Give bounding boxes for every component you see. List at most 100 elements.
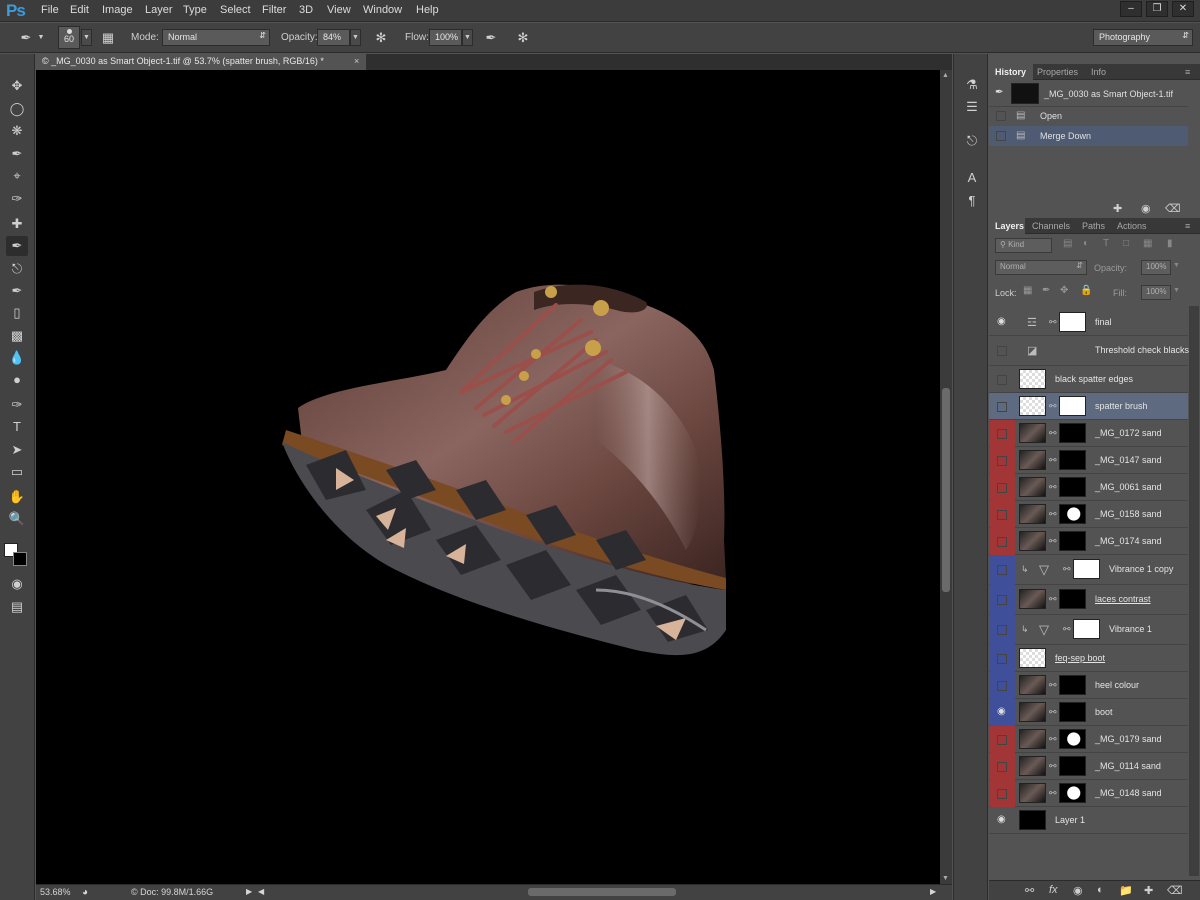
lock-image-icon[interactable]: ✒ [1042,285,1050,296]
chain-link-icon[interactable]: ⚯ [1049,734,1057,745]
workspace-select[interactable]: Photography ⇵ [1093,29,1193,46]
mode-select[interactable]: Normal ⇵ [162,29,270,46]
visibility-toggle-box[interactable] [997,788,1007,799]
eraser-tool-icon[interactable]: ▯ [6,303,28,323]
menu-file[interactable]: File [41,4,59,16]
tool-presets-icon[interactable]: ⚗ [962,76,982,94]
document-canvas[interactable] [36,70,940,884]
minimize-button[interactable]: – [1120,1,1142,17]
tab-channels[interactable]: Channels [1032,221,1070,231]
visibility-toggle-box[interactable] [997,761,1007,772]
flow-arrow-icon[interactable]: ▼ [462,29,473,46]
chain-link-icon[interactable]: ⚯ [1049,317,1057,328]
chain-link-icon[interactable]: ⚯ [1049,536,1057,547]
visibility-toggle-box[interactable] [997,565,1007,575]
filter-smart-object-icon[interactable]: ▦ [1143,238,1152,249]
visibility-toggle-box[interactable] [997,401,1007,412]
chain-link-icon[interactable]: ⚯ [1049,680,1057,691]
tab-layers[interactable]: Layers [995,221,1024,231]
layer-mask-thumbnail[interactable] [1059,422,1086,443]
rectangle-tool-icon[interactable]: ▭ [6,462,28,482]
layer-mask-thumbnail[interactable] [1059,701,1086,722]
opacity-arrow-icon[interactable]: ▼ [350,29,361,46]
pressure-size-icon[interactable]: ✻ [513,29,533,47]
brush-tool-icon[interactable]: ✒ [6,236,28,256]
layer-row[interactable]: ◪ Threshold check blacks [989,336,1189,366]
layer-visibility-cell[interactable] [990,585,1015,615]
layer-mask-thumbnail[interactable] [1059,503,1086,524]
tab-properties[interactable]: Properties [1037,67,1078,77]
lock-all-icon[interactable]: 🔒 [1080,285,1092,296]
quick-mask-icon[interactable]: ◉ [6,574,28,594]
airbrush-icon[interactable]: ✒ [481,29,501,47]
layer-thumbnail[interactable] [1019,449,1046,470]
layer-thumbnail[interactable] [1019,476,1046,497]
layer-thumbnail[interactable] [1019,503,1046,524]
horizontal-scroll-thumb[interactable] [528,888,676,896]
menu-view[interactable]: View [327,4,351,16]
layer-visibility-cell[interactable] [990,726,1015,753]
clone-source-icon[interactable]: ⎋ [962,132,982,150]
layer-visibility-cell[interactable] [990,501,1015,528]
status-info-icon[interactable]: ◕ [82,887,88,898]
eye-icon[interactable]: ◉ [997,316,1006,327]
layer-row[interactable]: black spatter edges [989,366,1188,393]
layer-visibility-cell[interactable]: ◉ [990,807,1015,834]
panel-menu-icon[interactable]: ≡ [1185,67,1190,77]
lasso-tool-icon[interactable]: ❋ [6,121,28,141]
menu-layer[interactable]: Layer [145,4,173,16]
layer-thumbnail[interactable] [1019,589,1046,609]
layer-thumbnail[interactable] [1019,701,1046,722]
eye-icon[interactable]: ◉ [997,814,1006,825]
history-source-box[interactable] [996,111,1006,121]
layer-row[interactable]: ⚯ _MG_0174 sand [989,528,1188,555]
scroll-right-icon[interactable]: ▶ [930,887,936,896]
layer-row[interactable]: ◉ ☲ ⚯ final [989,310,1188,336]
visibility-toggle-box[interactable] [997,428,1007,439]
layer-row[interactable]: ⚯ heel colour [989,672,1188,699]
new-document-from-state-icon[interactable]: ✚ [1113,202,1122,215]
background-color-swatch[interactable] [13,552,27,566]
layer-visibility-cell[interactable] [990,474,1015,501]
visibility-toggle-box[interactable] [997,482,1007,493]
zoom-level[interactable]: 53.68% [40,887,71,897]
visibility-toggle-box[interactable] [997,455,1007,466]
chain-link-icon[interactable]: ⚯ [1063,624,1071,635]
link-layers-icon[interactable]: ⚯ [1025,884,1034,897]
pressure-opacity-icon[interactable]: ✻ [371,29,391,47]
opacity-arrow-icon[interactable]: ▼ [1173,262,1180,269]
layer-row[interactable]: ⚯ spatter brush [989,393,1188,420]
blur-tool-icon[interactable]: 💧 [6,348,28,368]
layer-mask-thumbnail[interactable] [1059,312,1086,332]
layer-mask-thumbnail[interactable] [1059,589,1086,609]
layer-thumbnail[interactable] [1019,368,1046,389]
status-arrow-icon[interactable]: ▶ [246,887,252,896]
fill-arrow-icon[interactable]: ▼ [1173,287,1180,294]
layer-mask-thumbnail[interactable] [1073,559,1100,579]
visibility-toggle-box[interactable] [997,734,1007,745]
history-brush-source-icon[interactable]: ✒ [995,87,1003,98]
filter-adjustment-icon[interactable]: ◐ [1083,238,1089,249]
preset-arrow-icon[interactable]: ▼ [36,29,46,47]
layer-mask-thumbnail[interactable] [1059,674,1086,695]
chain-link-icon[interactable]: ⚯ [1049,761,1057,772]
adjustments-icon[interactable]: ☰ [962,98,982,116]
layer-thumbnail[interactable] [1019,647,1046,668]
brush-size-picker[interactable]: 60 [58,26,80,49]
chain-link-icon[interactable]: ⚯ [1049,509,1057,520]
paragraph-panel-icon[interactable]: ¶ [962,192,982,210]
layer-row[interactable]: ⚯ _MG_0148 sand [989,780,1188,807]
layer-visibility-cell[interactable] [990,645,1015,672]
maximize-button[interactable]: ❐ [1146,1,1168,17]
layer-visibility-cell[interactable] [990,672,1015,699]
layer-mask-thumbnail[interactable] [1059,755,1086,776]
layer-visibility-cell[interactable] [990,753,1015,780]
new-snapshot-icon[interactable]: ◉ [1141,202,1151,215]
layer-thumbnail[interactable] [1019,782,1046,803]
chain-link-icon[interactable]: ⚯ [1049,594,1057,605]
layer-visibility-cell[interactable] [990,336,1015,366]
add-mask-icon[interactable]: ◉ [1073,884,1083,897]
move-tool-icon[interactable]: ✥ [6,76,28,96]
layer-visibility-cell[interactable] [990,615,1015,645]
layer-thumbnail[interactable] [1019,755,1046,776]
